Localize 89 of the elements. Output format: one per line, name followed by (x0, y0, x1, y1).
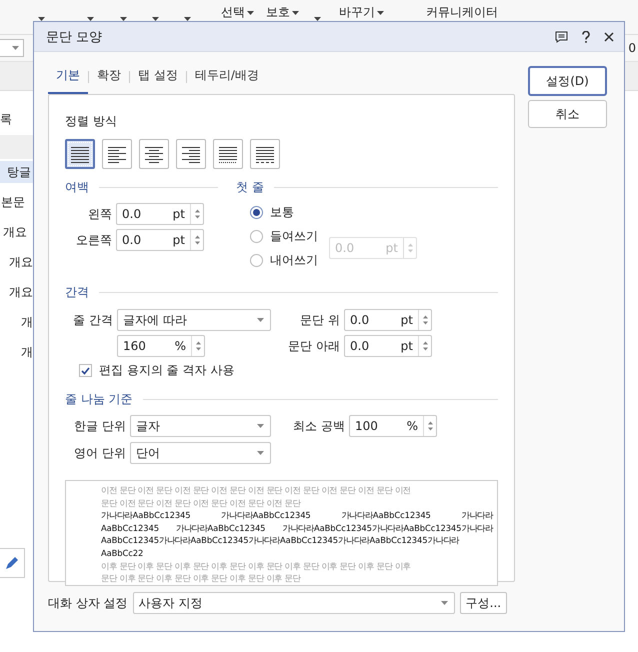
radio-option[interactable]: 들여쓰기 (250, 224, 318, 248)
tab[interactable]: 탭 설정 (130, 67, 186, 94)
radio-option[interactable]: 보통 (250, 200, 318, 224)
spinner-arrows-icon[interactable] (422, 314, 428, 326)
field-label: 줄 간격 (72, 312, 113, 328)
field-label: 왼쪽 (87, 206, 112, 222)
checkmark-icon (81, 366, 90, 374)
preview-line: AaBbCc22 (101, 546, 144, 560)
style-item[interactable]: 개 (0, 311, 33, 333)
tab[interactable]: 확장 (89, 67, 129, 94)
radio-option[interactable]: 내어쓰기 (250, 248, 318, 272)
preview-line: 문단 이전 문단 이전 문단 이전 문단 이전 문단 이전 문단 (101, 496, 302, 510)
field-label: 한글 단위 (73, 418, 126, 434)
caret-icon (257, 451, 264, 455)
preview-line: AaBbCc12345가나다라AaBbCc12345가나다라AaBbCc12345가나다라AaBbCc12345가나다라 (101, 534, 460, 547)
lines-icon (107, 144, 127, 164)
style-item[interactable]: 개요 (0, 281, 33, 303)
lines-icon (181, 144, 201, 164)
caret-icon (257, 424, 264, 428)
lines-icon (218, 144, 238, 164)
comment-icon[interactable] (555, 30, 568, 42)
style-item[interactable]: 개요 (0, 221, 33, 243)
lines-icon (70, 144, 90, 164)
ribbon-label[interactable]: 선택 (221, 4, 245, 21)
style-item[interactable]: 본문 (0, 191, 33, 213)
section-heading: 줄 나눔 기준 (65, 391, 133, 408)
preview-line: 이전 문단 이전 문단 이전 문단 이전 문단 이전 문단 이전 문단 이전 문단 이전 문단 이전 (101, 484, 412, 497)
ribbon-label[interactable]: 보호 (266, 4, 290, 21)
section-heading: 여백 (65, 179, 89, 196)
pencil-icon (5, 556, 19, 570)
ribbon-label[interactable]: 커뮤니케이터 (426, 4, 498, 21)
style-item[interactable]: 개요 (0, 251, 33, 273)
help-icon[interactable] (582, 30, 590, 42)
field-label: 오른쪽 (75, 232, 112, 248)
caret-icon[interactable] (377, 10, 384, 14)
section-label: 정렬 방식 (65, 113, 118, 130)
caret-icon[interactable] (247, 10, 254, 14)
preview-line: 이후 문단 이후 문단 이후 문단 이후 문단 이후 문단 이후 문단 이후 문단 이후 문단 이후 (101, 560, 412, 572)
style-item[interactable]: 탕글 (0, 161, 33, 183)
close-icon[interactable] (604, 32, 614, 42)
dropdown[interactable]: 글자에 따라 (117, 309, 271, 331)
panel-title: 록 (0, 111, 13, 128)
field-label: 영어 단위 (73, 444, 126, 462)
toolbar-value: 0 (628, 41, 637, 55)
dialog-button[interactable]: 설정(D) (528, 66, 607, 96)
spinner-arrows-icon[interactable] (422, 340, 428, 352)
dialog-button[interactable]: 취소 (528, 100, 607, 128)
align-button[interactable] (176, 139, 206, 169)
dropdown[interactable]: 사용자 지정 (132, 592, 455, 614)
preview-line: 문단 이후 문단 이후 문단 이후 문단 이후 문단 이후 문단 (101, 572, 302, 585)
configure-button[interactable]: 구성... (460, 592, 508, 614)
number-field[interactable]: 100 % (349, 415, 437, 437)
field-label: 대화 상자 설정 (48, 594, 128, 612)
field-label: 최소 공백 (292, 418, 345, 434)
number-field[interactable]: 0.0 pt (116, 203, 204, 225)
spinner-arrows-icon[interactable] (194, 208, 200, 220)
dropdown[interactable]: 글자 (130, 415, 271, 437)
align-button[interactable] (65, 139, 95, 169)
checkbox[interactable]: 편집 용지의 줄 격자 사용 (79, 362, 498, 379)
field-label: 문단 위 (299, 312, 340, 328)
align-button[interactable] (250, 139, 280, 169)
number-field[interactable]: 160 % (117, 335, 205, 357)
caret-icon (12, 46, 19, 50)
spinner-arrows-icon[interactable] (196, 340, 200, 352)
ribbon-label[interactable]: 바꾸기 (339, 4, 375, 21)
dropdown[interactable]: 단어 (130, 442, 271, 464)
number-field[interactable]: 0.0 pt (116, 229, 204, 251)
align-button[interactable] (139, 139, 169, 169)
number-field[interactable]: 0.0 pt (344, 335, 432, 357)
section-heading: 간격 (65, 284, 89, 301)
tab[interactable]: 테두리/배경 (186, 67, 267, 94)
caret-icon (257, 318, 264, 322)
number-field[interactable]: 0.0 pt (344, 309, 432, 331)
section-heading: 첫 줄 (236, 179, 264, 196)
field-label: 문단 아래 (287, 338, 340, 354)
pencil-button[interactable] (0, 548, 25, 578)
spinner-arrows-icon[interactable] (194, 234, 200, 246)
dialog-title: 문단 모양 (46, 28, 104, 46)
preview-line: 가나다라AaBbCc12345 가나다라AaBbCc12345 가나다라AaBbCc12345 가나다라 (101, 509, 493, 522)
preview-line: AaBbCc12345 가나다라AaBbCc12345 가나다라AaBbCc12345가나다라AaBbCc12345가나다라 (101, 522, 493, 534)
align-button[interactable] (213, 139, 243, 169)
spinner-arrows-icon[interactable] (428, 420, 432, 432)
lines-icon (255, 144, 275, 164)
align-button[interactable] (102, 139, 132, 169)
lines-icon (144, 144, 164, 164)
dropdown[interactable] (0, 39, 24, 57)
style-item[interactable]: 개 (0, 341, 33, 363)
caret-icon[interactable] (292, 10, 299, 14)
caret-icon (440, 601, 448, 605)
